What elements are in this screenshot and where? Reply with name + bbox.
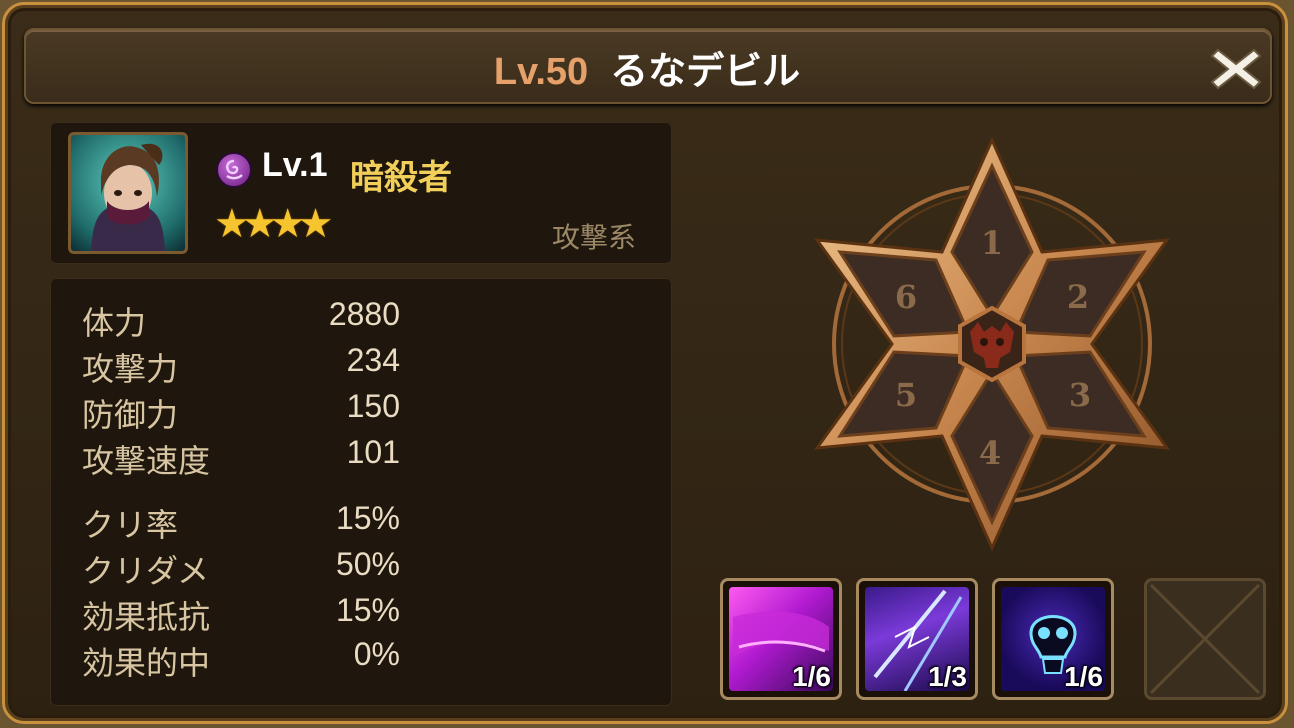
stat-value: 15% (335, 500, 400, 536)
monster-type: 攻撃系 (552, 221, 637, 254)
skill-level: 1/6 (792, 661, 831, 692)
title: Lv.50 るなデビル (0, 40, 1294, 95)
skill-1-button[interactable]: 1/6 (720, 578, 842, 700)
stat-label: 攻撃速度 (82, 442, 211, 480)
stat-value: 101 (346, 434, 400, 470)
stat-value: 150 (346, 388, 400, 424)
stat-label: クリ率 (82, 506, 179, 544)
skill-level: 1/6 (1064, 661, 1103, 692)
assassin-portrait-icon (91, 143, 165, 251)
stat-label: クリダメ (82, 552, 210, 590)
star-rating: ★★★★ (214, 204, 333, 244)
star-icon: ★ (297, 201, 334, 247)
close-icon (1210, 48, 1262, 90)
svg-text:2: 2 (1067, 278, 1089, 316)
svg-text:3: 3 (1069, 376, 1091, 414)
empty-skill-slot (1144, 578, 1266, 700)
dark-attribute-icon (216, 152, 252, 188)
svg-text:6: 6 (895, 278, 917, 316)
skill-3-button[interactable]: 1/6 (992, 578, 1114, 700)
stat-label: 体力 (82, 304, 147, 342)
stat-label: 攻撃力 (82, 350, 179, 388)
stat-value: 50% (335, 546, 400, 582)
close-button[interactable] (1206, 44, 1266, 94)
monster-portrait[interactable] (68, 132, 188, 254)
player-name: るなデビル (610, 51, 801, 93)
monster-name: 暗殺者 (350, 158, 452, 198)
title-level: Lv.50 (493, 51, 589, 93)
svg-text:1: 1 (981, 224, 1003, 262)
rune-slot-board: 1 2 3 4 5 6 (813, 136, 1171, 552)
stat-value: 0% (353, 636, 400, 672)
stat-label: 効果的中 (82, 644, 211, 682)
svg-text:5: 5 (895, 376, 917, 414)
stat-label: 効果抵抗 (82, 598, 211, 636)
stat-value: 2880 (328, 296, 400, 332)
skill-level: 1/3 (928, 661, 967, 692)
stat-value: 234 (346, 342, 400, 378)
skill-2-button[interactable]: 1/3 (856, 578, 978, 700)
stat-value: 15% (335, 592, 400, 628)
monster-level: Lv.1 (262, 146, 328, 184)
svg-text:4: 4 (979, 434, 1001, 472)
stat-label: 防御力 (82, 396, 179, 434)
empty-slot-icon (1149, 583, 1261, 695)
